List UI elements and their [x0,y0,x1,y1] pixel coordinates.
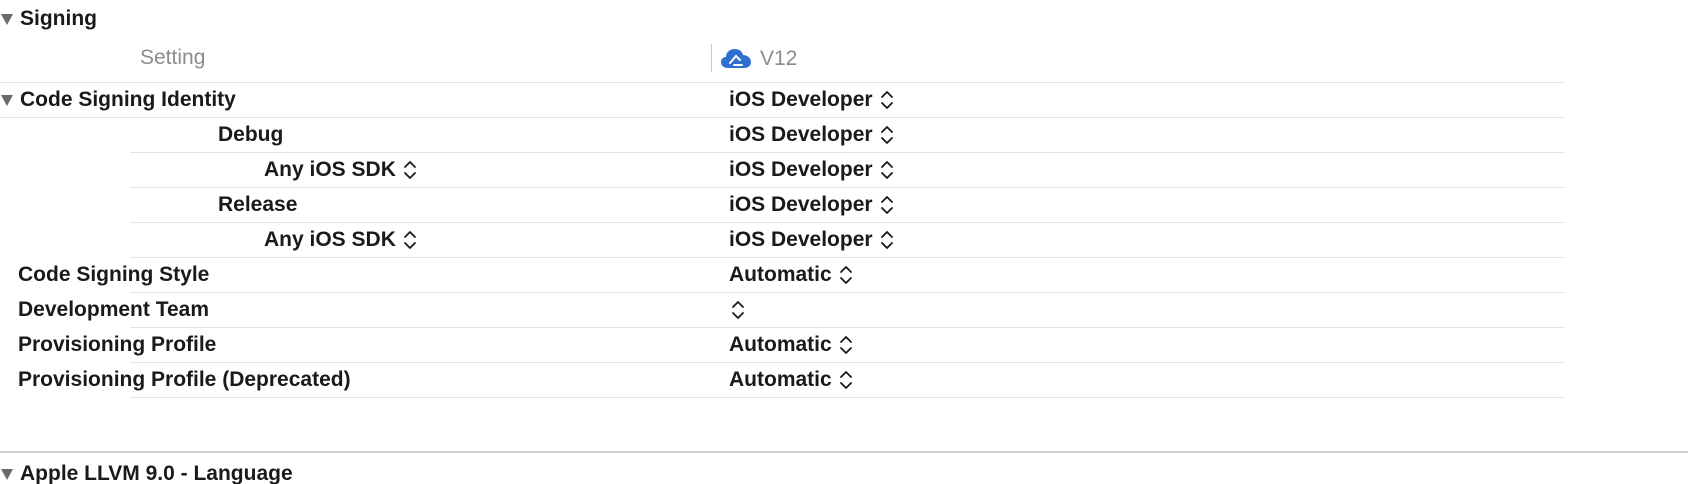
sdk-condition-popup[interactable]: Any iOS SDK [264,153,417,187]
setting-value-popup[interactable] [724,293,745,327]
setting-value-popup[interactable]: Automatic [729,363,853,397]
setting-row-code-signing-style[interactable]: Code Signing Style Automatic [0,258,1565,293]
column-divider[interactable] [711,44,712,72]
setting-row-code-signing-identity[interactable]: Code Signing Identity iOS Developer [0,83,1565,118]
setting-row-release-any-ios-sdk[interactable]: Any iOS SDK iOS Developer [0,223,1565,258]
setting-row-provisioning-profile[interactable]: Provisioning Profile Automatic [0,328,1565,363]
settings-table: Code Signing Identity iOS Developer Debu… [0,83,1565,398]
setting-value-popup[interactable]: Automatic [729,258,853,292]
signing-section-header[interactable]: Signing [0,2,97,36]
setting-row-provisioning-profile-deprecated[interactable]: Provisioning Profile (Deprecated) Automa… [0,363,1565,398]
setting-name: Provisioning Profile (Deprecated) [18,368,351,391]
setting-row-release[interactable]: Release iOS Developer [0,188,1565,223]
popup-chevrons-icon [839,264,853,286]
sdk-condition-popup[interactable]: Any iOS SDK [264,223,417,257]
popup-chevrons-icon [839,334,853,356]
setting-name: Code Signing Identity [20,88,236,111]
setting-value-popup[interactable]: iOS Developer [729,118,894,152]
popup-chevrons-icon [839,369,853,391]
setting-name: Release [218,193,298,216]
setting-value-popup[interactable]: iOS Developer [729,223,894,257]
popup-chevrons-icon [403,159,417,181]
setting-row-development-team[interactable]: Development Team [0,293,1565,328]
target-column-header[interactable]: V12 [720,44,797,74]
cloud-app-target-icon [720,47,752,71]
setting-name: Debug [218,123,284,146]
disclosure-triangle-icon[interactable] [1,13,13,25]
popup-chevrons-icon [880,124,894,146]
setting-value-popup[interactable]: Automatic [729,328,853,362]
section-separator [0,451,1688,453]
setting-column-label: Setting [140,46,206,69]
build-settings-pane: Signing Setting V12 Code Signing Identit… [0,0,1688,484]
popup-chevrons-icon [880,89,894,111]
column-header: Setting V12 [0,38,1565,83]
setting-row-debug[interactable]: Debug iOS Developer [0,118,1565,153]
disclosure-triangle-icon[interactable] [1,468,13,480]
disclosure-triangle-icon[interactable] [1,94,13,106]
popup-chevrons-icon [880,159,894,181]
popup-chevrons-icon [731,299,745,321]
setting-name: Provisioning Profile [18,333,217,356]
setting-value-popup[interactable]: iOS Developer [729,83,894,117]
popup-chevrons-icon [880,229,894,251]
apple-llvm-language-section-header[interactable]: Apple LLVM 9.0 - Language [0,457,293,484]
popup-chevrons-icon [880,194,894,216]
section-title: Signing [20,7,97,30]
popup-chevrons-icon [403,229,417,251]
setting-name: Development Team [18,298,209,321]
target-name: V12 [760,47,798,70]
setting-row-debug-any-ios-sdk[interactable]: Any iOS SDK iOS Developer [0,153,1565,188]
setting-value-popup[interactable]: iOS Developer [729,153,894,187]
setting-name: Code Signing Style [18,263,210,286]
setting-value-popup[interactable]: iOS Developer [729,188,894,222]
section-title: Apple LLVM 9.0 - Language [20,462,293,484]
